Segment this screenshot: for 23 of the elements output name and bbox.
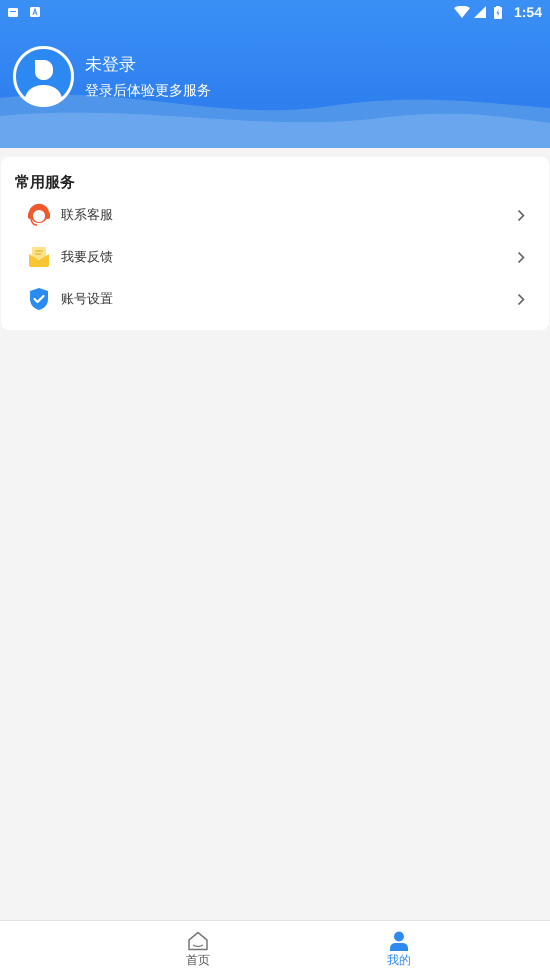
status-time: 1:54 [514,2,542,22]
nav-tab[interactable]: 首页 [153,921,243,978]
chevron-right-icon [517,250,525,264]
service-item[interactable]: 我要反馈 [1,236,549,278]
service-item[interactable]: 联系客服 [1,194,549,236]
wifi-icon [454,6,470,18]
home-icon [187,931,209,951]
shield-check-icon [28,287,50,311]
service-item[interactable]: 账号设置 [1,278,549,320]
login-status[interactable]: 未登录 [85,53,211,77]
login-hint: 登录后体验更多服务 [85,81,211,100]
section-title: 常用服务 [14,173,76,193]
signal-icon [474,6,486,18]
battery-icon [494,6,502,18]
envelope-icon [27,245,51,269]
avatar-icon[interactable] [13,46,74,107]
chevron-right-icon [517,292,525,306]
headset-icon [26,202,52,228]
app-notification-icon [30,7,40,17]
nav-tab[interactable]: 我的 [354,921,444,978]
person-icon [389,931,409,951]
chevron-right-icon [517,208,525,222]
notification-icon [8,8,18,16]
